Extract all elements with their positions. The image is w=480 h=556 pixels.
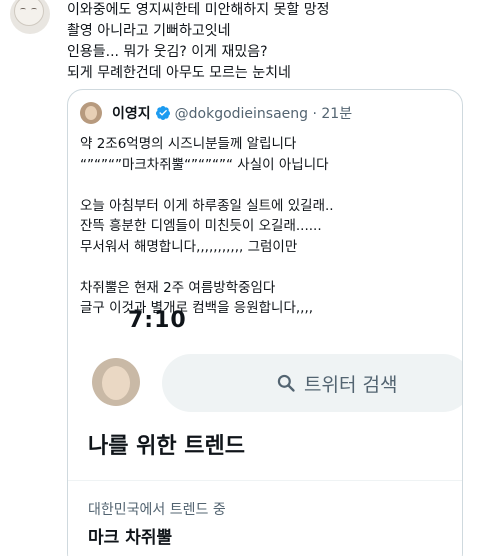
screenshot-profile-avatar (92, 358, 140, 406)
avatar-eye-left (20, 8, 26, 11)
status-bar-time: 7:10 (128, 308, 187, 333)
avatar-face (14, 0, 44, 26)
quoted-line (80, 175, 452, 196)
reply-line: 되게 무례한건데 아무도 모르는 눈치네 (67, 65, 291, 81)
quoted-line: 오늘 아침부터 이게 하루종일 실트에 있길래.. (80, 197, 334, 214)
reply-tweet-text: 이와중에도 영지씨한테 미안해하지 못할 망정 촬영 아니라고 기뻐하고잇네 인… (67, 0, 472, 84)
quoted-line (80, 257, 452, 278)
section-divider (68, 480, 462, 481)
quoted-line: 차쥐뿔은 현재 2주 여름방학중임다 (80, 279, 276, 296)
trend-context: 대한민국에서 트렌드 중 (88, 502, 226, 518)
verified-badge-icon (155, 106, 170, 120)
reply-line: 인용들... 뭐가 웃김? 이게 재밌음? (67, 44, 268, 60)
reply-line: 촬영 아니라고 기뻐하고잇네 (67, 23, 231, 39)
quoted-tweet-text: 약 2조6억명의 시즈니분들께 알립니다 “”“”“”마크차쥐뿔“”“”“”“ … (80, 134, 452, 319)
quoted-line: 잔뜩 흥분한 디엠들이 미친듯이 오길래...... (80, 218, 322, 234)
quoted-author-name[interactable]: 이영지 (112, 103, 151, 123)
search-placeholder: 트위터 검색 (304, 373, 398, 396)
quoted-line: 무서워서 해명합니다,,,,,,,,,,, 그럼이만 (80, 238, 298, 255)
quoted-tweet-card[interactable]: 이영지 @dokgodieinsaeng · 21분 약 2조6억명의 시즈니분… (67, 89, 463, 556)
search-icon (277, 374, 295, 392)
quoted-handle-and-time[interactable]: @dokgodieinsaeng · 21분 (175, 103, 352, 123)
reply-line: 이와중에도 영지씨한테 미안해하지 못할 망정 (67, 2, 330, 18)
quoted-line: “”“”“”마크차쥐뿔“”“”“”“ 사실이 아닙니다 (80, 156, 329, 173)
trend-name: 마크 차쥐뿔 (88, 528, 173, 548)
screenshot-search-bar: 트위터 검색 (162, 354, 462, 412)
quoted-author-avatar[interactable] (80, 102, 102, 124)
quoted-tweet-header: 이영지 @dokgodieinsaeng · 21분 (80, 102, 352, 124)
quoted-line: 약 2조6억명의 시즈니분들께 알립니다 (80, 136, 297, 152)
attached-screenshot-image[interactable]: 7:10 트위터 검색 나를 위한 트렌드 대한민국에서 트렌드 중 마크 차쥐… (68, 308, 462, 556)
avatar-eye-right (31, 8, 37, 11)
trends-heading: 나를 위한 트렌드 (88, 434, 245, 459)
reply-author-avatar[interactable] (10, 0, 50, 34)
